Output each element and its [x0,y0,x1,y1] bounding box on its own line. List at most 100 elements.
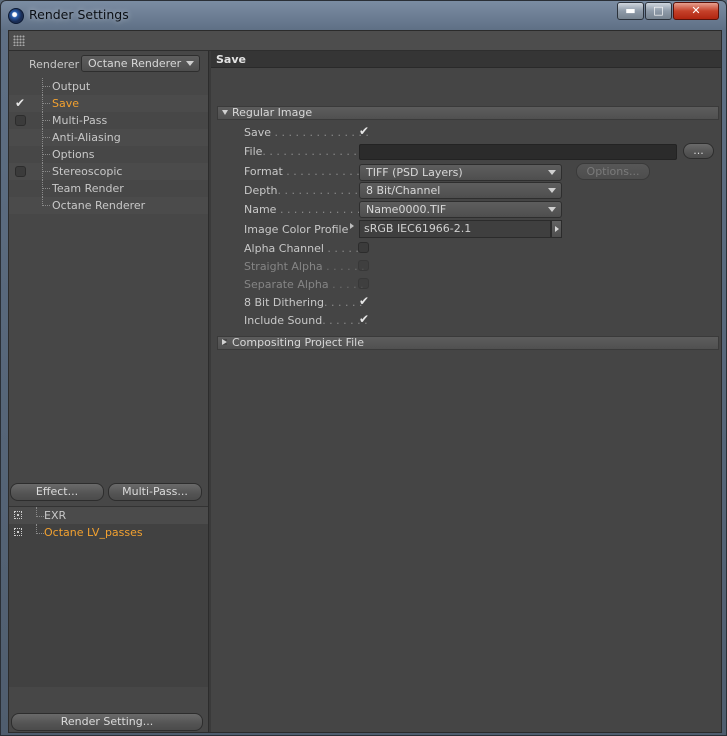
effect-item-octane-lv-passes[interactable]: Octane LV_passes [9,524,208,541]
render-settings-window: Render Settings ▬ □ ✕ Renderer Octane Re… [0,0,727,736]
browse-file-button[interactable]: ... [683,143,714,159]
tree-connector [42,95,51,112]
effect-item-label: Octane LV_passes [44,526,143,539]
section-header-regular-image[interactable]: Regular Image [217,106,719,120]
separate-alpha-checkbox [358,278,369,289]
client-area: Renderer Octane Renderer Output ✔ Save M… [8,30,722,733]
nav-checkbox[interactable] [15,166,26,177]
straight-alpha-checkbox [358,260,369,271]
color-profile-label: Image Color Profile [244,223,349,236]
prop-name: Straight Alpha [244,260,323,273]
format-dropdown[interactable]: TIFF (PSD Layers) [359,164,562,181]
settings-sidebar: Renderer Octane Renderer Output ✔ Save M… [9,51,208,732]
nav-item-anti-aliasing[interactable]: Anti-Aliasing [9,129,208,146]
save-checkbox[interactable]: ✔ [359,125,369,137]
nav-item-octane-renderer[interactable]: Octane Renderer [9,197,208,214]
file-label: File. . . . . . . . . . . . . . . [244,145,364,158]
grip-icon[interactable] [13,35,25,46]
app-icon [8,8,24,24]
separate-alpha-label: Separate Alpha . . . . . [244,278,364,291]
include-sound-checkbox[interactable]: ✔ [359,313,369,325]
color-profile-field[interactable]: sRGB IEC61966-2.1 [359,220,551,238]
nav-checkbox[interactable] [15,115,26,126]
nav-item-label: Anti-Aliasing [52,131,121,144]
nav-item-label: Team Render [52,182,124,195]
nav-item-label: Multi-Pass [52,114,108,127]
nav-item-label: Octane Renderer [52,199,146,212]
settings-nav: Output ✔ Save Multi-Pass Anti-Aliasing O… [9,78,208,214]
prop-dots: . . . . . . . . . . . . . . . [262,145,364,158]
tree-connector [42,180,51,197]
prop-name: Name [244,203,277,216]
prop-name: Include Sound [244,314,323,327]
name-format-dropdown[interactable]: Name0000.TIF [359,201,562,218]
prop-dots: . . . . . . [324,296,363,309]
renderer-label: Renderer [29,58,80,71]
animate-marker-icon[interactable] [350,223,354,229]
depth-label: Depth. . . . . . . . . . . . . . [244,184,372,197]
tree-connector [42,78,51,95]
tool-strip [9,31,721,51]
name-label: Name . . . . . . . . . . . . . . [244,203,374,216]
depth-dropdown-value: 8 Bit/Channel [366,184,441,197]
renderer-dropdown[interactable]: Octane Renderer [81,55,200,72]
chevron-down-icon [548,170,556,175]
section-header-label: Compositing Project File [232,336,364,349]
tree-connector [42,146,51,163]
effect-node-icon[interactable] [14,511,22,519]
tree-connector [42,112,51,129]
nav-item-label: Options [52,148,95,161]
effect-button[interactable]: Effect... [10,483,104,501]
effect-item-label: EXR [44,509,67,522]
render-setting-button[interactable]: Render Setting... [11,713,203,731]
section-header-compositing[interactable]: Compositing Project File [217,336,719,350]
prop-name: Format [244,165,283,178]
window-title: Render Settings [29,7,129,22]
depth-dropdown[interactable]: 8 Bit/Channel [359,182,562,199]
triangle-right-icon [222,339,227,345]
format-options-button[interactable]: Options... [576,163,650,180]
panel-title: Save [211,51,721,68]
nav-item-label: Save [52,97,80,110]
checkmark-icon[interactable]: ✔ [15,97,25,109]
format-label: Format . . . . . . . . . . . . . [244,165,374,178]
nav-item-options[interactable]: Options [9,146,208,163]
chevron-down-icon [548,207,556,212]
nav-item-label: Output [52,80,91,93]
nav-item-save[interactable]: ✔ Save [9,95,208,112]
close-button[interactable]: ✕ [673,2,719,20]
effects-list: EXR Octane LV_passes [9,506,208,687]
color-profile-menu-button[interactable] [551,220,562,238]
dithering-checkbox[interactable]: ✔ [359,295,369,307]
nav-item-label: Stereoscopic [52,165,123,178]
alpha-channel-checkbox[interactable] [358,242,369,253]
tree-connector [36,507,44,517]
save-label: Save . . . . . . . . . . . . . . [244,126,369,139]
prop-name: Depth [244,184,278,197]
file-path-input[interactable] [359,144,677,160]
minimize-button[interactable]: ▬ [617,2,644,20]
section-header-label: Regular Image [232,106,313,119]
prop-name: Save [244,126,272,139]
nav-item-stereoscopic[interactable]: Stereoscopic [9,163,208,180]
nav-item-output[interactable]: Output [9,78,208,95]
multi-pass-button[interactable]: Multi-Pass... [108,483,202,501]
format-dropdown-value: TIFF (PSD Layers) [366,166,463,179]
prop-name: File [244,145,263,158]
chevron-down-icon [548,188,556,193]
chevron-down-icon [186,61,194,66]
dithering-label: 8 Bit Dithering. . . . . . [244,296,363,309]
renderer-dropdown-value: Octane Renderer [88,57,182,70]
nav-item-multi-pass[interactable]: Multi-Pass [9,112,208,129]
maximize-button[interactable]: □ [645,2,672,20]
tree-connector [42,163,51,180]
title-bar[interactable]: Render Settings ▬ □ ✕ [1,1,726,29]
straight-alpha-label: Straight Alpha . . . . . . [244,260,365,273]
effect-node-icon[interactable] [14,528,22,536]
name-dropdown-value: Name0000.TIF [366,203,447,216]
effect-item-exr[interactable]: EXR [9,507,208,524]
nav-item-team-render[interactable]: Team Render [9,180,208,197]
tree-connector [42,197,51,206]
prop-name: Separate Alpha [244,278,329,291]
save-settings-panel: Save Regular Image Save . . . . . . . . … [211,51,721,732]
